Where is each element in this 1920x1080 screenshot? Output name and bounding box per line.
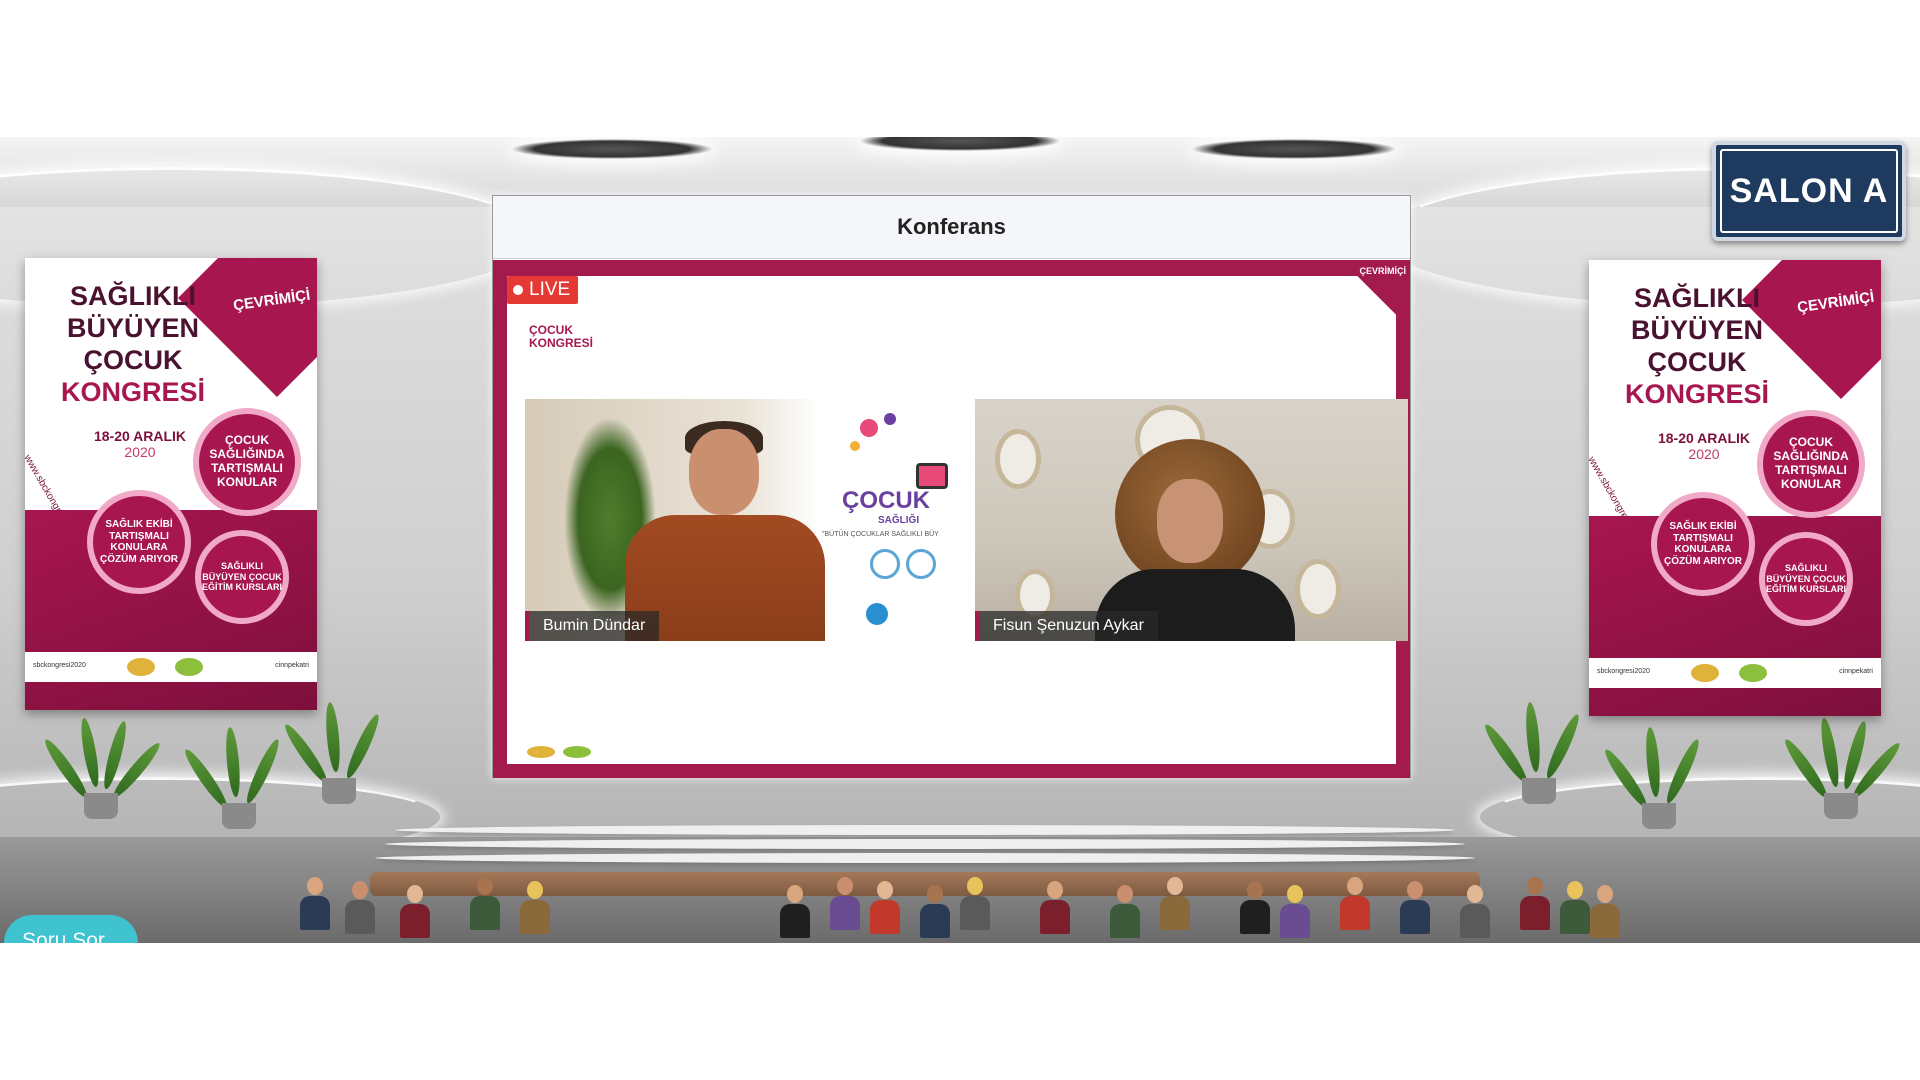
participant-name-tag: Fisun Şenuzun Aykar <box>975 611 1158 641</box>
poster-circle-topics: ÇOCUK SAĞLIĞINDA TARTIŞMALI KONULAR <box>193 408 301 516</box>
audience-avatars <box>0 877 1920 943</box>
audience-avatar <box>1590 885 1620 938</box>
sponsor-logo <box>1739 664 1767 682</box>
audience-avatar <box>1240 881 1270 934</box>
congress-poster-left: ÇEVRİMİÇİ SAĞLIKLI BÜYÜYEN ÇOCUK KONGRES… <box>25 258 317 710</box>
audience-avatar <box>780 885 810 938</box>
audience-avatar <box>1280 885 1310 938</box>
ceiling-light <box>512 139 712 159</box>
poster-logo-bar: sbckongresi2020 cinnpekatri <box>25 652 317 682</box>
wall-mirror <box>995 429 1041 489</box>
sponsor-logo <box>1691 664 1719 682</box>
stage-step <box>385 839 1465 849</box>
stream-corner-badge: ÇEVRİMİÇİ <box>1350 260 1410 320</box>
congress-poster-right: ÇEVRİMİÇİ SAĞLIKLI BÜYÜYEN ÇOCUK KONGRES… <box>1589 260 1881 716</box>
room-sign: SALON A <box>1712 141 1906 241</box>
audience-avatar <box>1340 877 1370 930</box>
bottom-blank-area <box>0 943 1920 1080</box>
room-sign-label: SALON A <box>1729 171 1889 210</box>
audience-avatar <box>1040 881 1070 934</box>
ceiling-light <box>860 137 1060 151</box>
poster-circle-team: SAĞLIK EKİBİ TARTIŞMALI KONULARA ÇÖZÜM A… <box>1651 492 1755 596</box>
ceiling-light <box>1192 139 1396 159</box>
conference-title: Konferans <box>897 214 1006 239</box>
live-stream-player[interactable]: ÇOCUK KONGRESİ ÇOCUK SAĞLIĞI "BÜTÜN ÇOCU… <box>493 260 1410 778</box>
poster-circle-team: SAĞLIK EKİBİ TARTIŞMALI KONULARA ÇÖZÜM A… <box>87 490 191 594</box>
poster-circle-topics: ÇOCUK SAĞLIĞINDA TARTIŞMALI KONULAR <box>1757 410 1865 518</box>
stream-canvas: ÇOCUK KONGRESİ ÇOCUK SAĞLIĞI "BÜTÜN ÇOCU… <box>507 276 1408 764</box>
audience-avatar <box>920 885 950 938</box>
audience-avatar <box>300 877 330 930</box>
speaker-avatar <box>625 419 825 641</box>
banner-slogan: "BÜTÜN ÇOCUKLAR SAĞLIKLI BÜY <box>822 531 939 538</box>
audience-avatar <box>1160 877 1190 930</box>
audience-avatar <box>345 881 375 934</box>
audience-avatar <box>1400 881 1430 934</box>
poster-title: SAĞLIKLI BÜYÜYEN ÇOCUK KONGRESİ <box>60 281 206 407</box>
stage-step <box>395 825 1455 835</box>
audience-avatar <box>470 877 500 930</box>
poster-logo-bar: sbckongresi2020 cinnpekatri <box>1589 658 1881 688</box>
poster-title: SAĞLIKLI BÜYÜYEN ÇOCUK KONGRESİ <box>1624 283 1770 409</box>
audience-avatar <box>870 881 900 934</box>
audience-avatar <box>1460 885 1490 938</box>
stream-sponsor-logos <box>527 746 591 758</box>
poster-date: 18-20 ARALIK 2020 <box>1657 430 1751 462</box>
live-dot-icon <box>513 285 523 295</box>
background-banner: ÇOCUK SAĞLIĞI "BÜTÜN ÇOCUKLAR SAĞLIKLI B… <box>820 399 958 641</box>
participant-video-1: ÇOCUK SAĞLIĞI "BÜTÜN ÇOCUKLAR SAĞLIKLI B… <box>525 399 958 641</box>
conference-screen[interactable]: Konferans ÇOCUK KONGRESİ ÇOCUK SAĞLIĞI "… <box>492 195 1411 778</box>
sponsor-logo <box>563 746 591 758</box>
audience-avatar <box>1520 877 1550 930</box>
participant-name-tag: Bumin Dündar <box>525 611 660 641</box>
sponsor-logo <box>527 746 555 758</box>
banner-logo: ÇOCUK <box>842 487 930 514</box>
top-blank-area <box>0 0 1920 137</box>
stage-step <box>375 853 1475 863</box>
tv-icon <box>916 463 948 489</box>
poster-circle-courses: SAĞLIKLI BÜYÜYEN ÇOCUK EĞİTİM KURSLARI <box>195 530 289 624</box>
live-badge: LIVE <box>507 276 579 304</box>
audience-avatar <box>1110 885 1140 938</box>
stream-congress-logo: ÇOCUK KONGRESİ <box>529 323 594 350</box>
poster-circle-courses: SAĞLIKLI BÜYÜYEN ÇOCUK EĞİTİM KURSLARI <box>1759 532 1853 626</box>
audience-avatar <box>830 877 860 930</box>
audience-avatar <box>400 885 430 938</box>
sponsor-logo <box>127 658 155 676</box>
sponsor-logo <box>175 658 203 676</box>
audience-avatar <box>960 877 990 930</box>
audience-avatar <box>1560 881 1590 934</box>
conference-header: Konferans <box>493 196 1410 259</box>
live-label: LIVE <box>529 279 571 300</box>
participant-video-2: Fisun Şenuzun Aykar <box>975 399 1408 641</box>
poster-date: 18-20 ARALIK 2020 <box>93 428 187 460</box>
audience-avatar <box>520 881 550 934</box>
